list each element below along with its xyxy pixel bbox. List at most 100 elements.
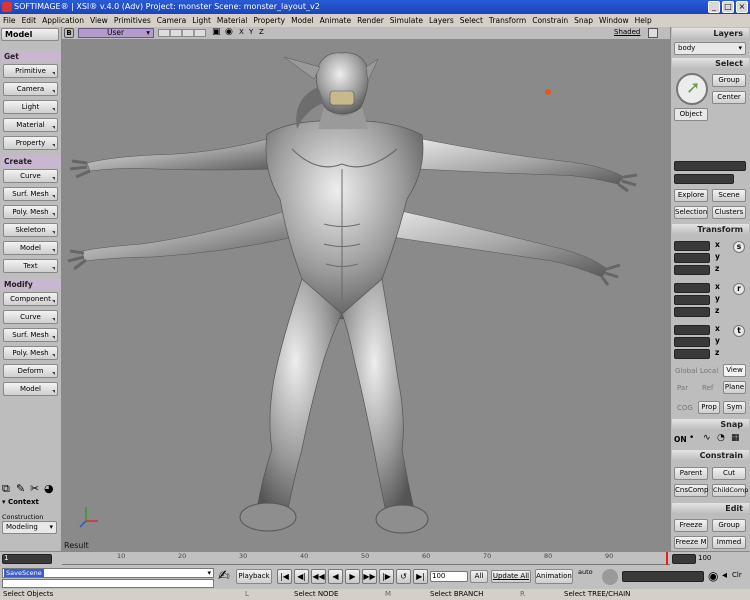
snap-curve-icon[interactable]: ∿ — [703, 433, 711, 443]
key-icon[interactable]: ◂ — [722, 570, 727, 581]
scene-button[interactable]: Scene — [712, 189, 746, 202]
modify-surf-mesh-button[interactable]: Surf. Mesh — [3, 328, 58, 342]
layer-select[interactable]: body ▾ — [674, 42, 746, 55]
translate-z-field[interactable] — [674, 349, 710, 359]
playback-button[interactable]: Playback — [236, 569, 272, 584]
menu-light[interactable]: Light — [189, 16, 214, 25]
menu-application[interactable]: Application — [39, 16, 87, 25]
prop-button[interactable]: Prop — [698, 401, 720, 414]
view-button[interactable]: View — [723, 364, 746, 377]
prev-key-button[interactable]: ◀| — [294, 569, 309, 584]
scale-y-field[interactable] — [674, 253, 710, 263]
clusters-button[interactable]: Clusters — [712, 206, 746, 219]
scale-z-field[interactable] — [674, 265, 710, 275]
rotate-button[interactable]: r — [733, 283, 745, 295]
explore-button[interactable]: Explore — [674, 189, 708, 202]
menu-window[interactable]: Window — [596, 16, 632, 25]
menu-constrain[interactable]: Constrain — [529, 16, 571, 25]
cog-button[interactable]: COG — [677, 404, 693, 412]
timeline-ruler[interactable]: 10 20 30 40 50 60 70 80 90 — [62, 552, 670, 565]
camera-button[interactable]: Camera — [3, 82, 58, 96]
script-editor-field[interactable] — [2, 579, 214, 588]
next-key-button[interactable]: |▶ — [379, 569, 394, 584]
shading-mode[interactable]: Shaded — [614, 28, 640, 36]
rotate-z-field[interactable] — [674, 307, 710, 317]
play-button[interactable]: ▶ — [345, 569, 360, 584]
select-arrow-button[interactable]: ➚ — [676, 73, 708, 105]
timeline[interactable]: 1 10 20 30 40 50 60 70 80 90 100 — [0, 551, 750, 565]
menu-file[interactable]: File — [0, 16, 19, 25]
close-button[interactable]: × — [736, 1, 748, 13]
modify-deform-button[interactable]: Deform — [3, 364, 58, 378]
menu-snap[interactable]: Snap — [571, 16, 596, 25]
ref-button[interactable]: Ref — [702, 384, 713, 392]
selection-field-2[interactable] — [674, 174, 734, 184]
clear-button[interactable]: Clr — [732, 571, 742, 579]
context-arrow-icon[interactable]: ▾ — [2, 498, 6, 506]
brush-icon[interactable]: ✎ — [16, 482, 25, 495]
menu-simulate[interactable]: Simulate — [387, 16, 426, 25]
maximize-button[interactable]: □ — [722, 1, 734, 13]
playhead[interactable] — [666, 552, 668, 565]
par-button[interactable]: Par — [677, 384, 688, 392]
material-button[interactable]: Material — [3, 118, 58, 132]
snap-surface-icon[interactable]: ◔ — [717, 433, 725, 443]
loop-button[interactable]: ↺ — [396, 569, 411, 584]
parent-button[interactable]: Parent — [674, 467, 708, 480]
script-icon[interactable]: ✍ — [218, 568, 230, 584]
axis-x-label[interactable]: X — [239, 28, 244, 36]
camera-select[interactable]: User ▾ — [78, 28, 154, 38]
cnscomp-button[interactable]: CnsComp — [674, 484, 708, 497]
menu-edit[interactable]: Edit — [19, 16, 40, 25]
snap-point-icon[interactable]: • — [689, 433, 694, 443]
edit-group-button[interactable]: Group — [712, 519, 746, 532]
plane-button[interactable]: Plane — [723, 381, 746, 394]
create-poly-mesh-button[interactable]: Poly. Mesh — [3, 205, 58, 219]
group-select-button[interactable]: Group — [712, 74, 746, 87]
modify-poly-mesh-button[interactable]: Poly. Mesh — [3, 346, 58, 360]
camera-icon[interactable]: ▣ — [212, 27, 221, 37]
axis-y-label[interactable]: Y — [249, 28, 253, 36]
play-back-button[interactable]: ◀ — [328, 569, 343, 584]
construction-mode-select[interactable]: Modeling ▾ — [2, 521, 57, 534]
childcomp-button[interactable]: ChildComp — [712, 484, 748, 497]
minimize-button[interactable]: _ — [708, 1, 720, 13]
snap-on-toggle[interactable]: ON — [674, 435, 687, 444]
menu-camera[interactable]: Camera — [154, 16, 189, 25]
scale-x-field[interactable] — [674, 241, 710, 251]
translate-x-field[interactable] — [674, 325, 710, 335]
menu-model[interactable]: Model — [288, 16, 317, 25]
viewport-maximize-button[interactable] — [648, 28, 658, 38]
first-frame-button[interactable]: |◀ — [277, 569, 292, 584]
nodes-icon[interactable]: ⧉ — [2, 482, 10, 496]
chevron-down-icon[interactable]: ▾ — [207, 569, 211, 577]
center-button[interactable]: Center — [712, 91, 746, 104]
translate-y-field[interactable] — [674, 337, 710, 347]
key-field[interactable] — [622, 571, 704, 582]
menu-animate[interactable]: Animate — [317, 16, 354, 25]
modify-curve-button[interactable]: Curve — [3, 310, 58, 324]
axis-z-label[interactable]: Z — [259, 28, 264, 36]
command-line[interactable]: SaveScene ▾ — [2, 568, 214, 578]
rotate-x-field[interactable] — [674, 283, 710, 293]
module-selector[interactable]: Model — [1, 28, 59, 41]
create-surf-mesh-button[interactable]: Surf. Mesh — [3, 187, 58, 201]
global-button[interactable]: Global — [675, 367, 697, 375]
menu-layers[interactable]: Layers — [426, 16, 457, 25]
selection-button[interactable]: Selection — [674, 206, 708, 219]
keyframe-icon[interactable] — [602, 569, 618, 585]
create-model-button[interactable]: Model — [3, 241, 58, 255]
snap-grid-icon[interactable]: ▦ — [731, 433, 740, 443]
sym-button[interactable]: Sym — [723, 401, 746, 414]
create-curve-button[interactable]: Curve — [3, 169, 58, 183]
rotate-y-field[interactable] — [674, 295, 710, 305]
target-icon[interactable]: ◉ — [708, 569, 718, 583]
viewport-letter-icon[interactable]: B — [64, 28, 74, 38]
menu-view[interactable]: View — [87, 16, 111, 25]
create-text-button[interactable]: Text — [3, 259, 58, 273]
modify-component-button[interactable]: Component — [3, 292, 58, 306]
freeze-m-button[interactable]: Freeze M — [674, 536, 708, 549]
render-icon[interactable]: ◕ — [44, 482, 54, 495]
tools-icon[interactable]: ✂ — [30, 482, 39, 495]
next-frame-button[interactable]: ▶▶ — [362, 569, 377, 584]
